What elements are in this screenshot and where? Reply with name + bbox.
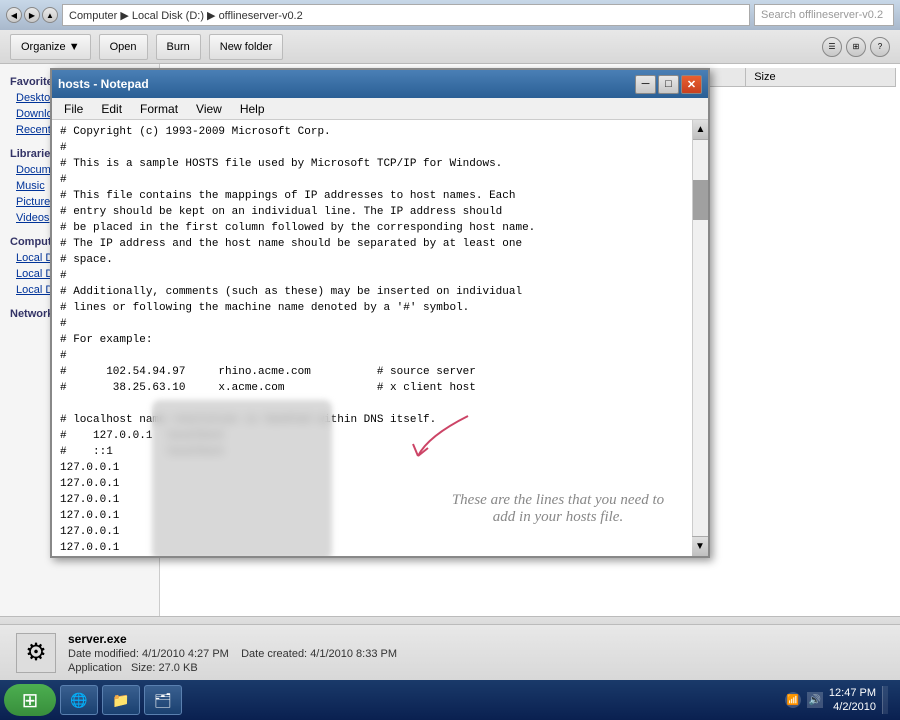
maximize-button[interactable]: □ [658, 75, 679, 94]
taskbar-app-explorer[interactable]: 📁 [102, 685, 140, 715]
menu-edit[interactable]: Edit [93, 100, 130, 118]
start-button[interactable]: ⊞ [4, 684, 56, 716]
menu-file[interactable]: File [56, 100, 91, 118]
search-bar[interactable]: Search offlineserver-v0.2 [754, 4, 894, 26]
col-size[interactable]: Size [746, 68, 896, 86]
file-info-text: server.exe Date modified: 4/1/2010 4:27 … [68, 632, 397, 674]
windows-logo-icon: ⊞ [22, 688, 39, 713]
file-info-bar: ⚙ server.exe Date modified: 4/1/2010 4:2… [0, 624, 900, 680]
file-type-size: Application Size: 27.0 KB [68, 662, 397, 674]
burn-button[interactable]: Burn [156, 34, 201, 60]
minimize-button[interactable]: ─ [635, 75, 656, 94]
breadcrumb[interactable]: Computer ▶ Local Disk (D:) ▶ offlineserv… [62, 4, 750, 26]
nav-buttons: ◀ ▶ ▲ [6, 7, 58, 23]
up-button[interactable]: ▲ [42, 7, 58, 23]
view-details-button[interactable]: ⊞ [846, 37, 866, 57]
organize-button[interactable]: Organize ▼ [10, 34, 91, 60]
explorer-toolbar: Organize ▼ Open Burn New folder ☰ ⊞ ? [0, 30, 900, 64]
file-date-modified: Date modified: 4/1/2010 4:27 PM Date cre… [68, 648, 397, 660]
forward-button[interactable]: ▶ [24, 7, 40, 23]
notepad-title: hosts - Notepad [58, 77, 149, 91]
files-icon: 🗂 [155, 692, 171, 708]
help-button[interactable]: ? [870, 37, 890, 57]
back-button[interactable]: ◀ [6, 7, 22, 23]
network-icon[interactable]: 📶 [785, 692, 801, 708]
file-icon-large: ⚙ [16, 633, 56, 673]
show-desktop-button[interactable] [882, 686, 888, 714]
volume-icon[interactable]: 🔊 [807, 692, 823, 708]
scroll-up[interactable]: ▲ [693, 120, 708, 140]
folder-icon: 📁 [113, 692, 129, 708]
clock-time: 12:47 PM [829, 686, 876, 700]
notepad-window-buttons: ─ □ ✕ [635, 75, 702, 94]
taskbar-clock: 12:47 PM 4/2/2010 [829, 686, 876, 715]
scroll-down[interactable]: ▼ [692, 536, 708, 556]
menu-format[interactable]: Format [132, 100, 186, 118]
chrome-icon: 🌐 [71, 692, 87, 708]
clock-date: 4/2/2010 [829, 700, 876, 714]
taskbar: ⊞ 🌐 📁 🗂 📶 🔊 12:47 PM 4/2/2010 [0, 680, 900, 720]
menu-help[interactable]: Help [232, 100, 273, 118]
close-button[interactable]: ✕ [681, 75, 702, 94]
view-list-button[interactable]: ☰ [822, 37, 842, 57]
notepad-menubar: File Edit Format View Help [52, 98, 708, 120]
notepad-text[interactable]: # Copyright (c) 1993-2009 Microsoft Corp… [52, 120, 692, 556]
notepad-window: hosts - Notepad ─ □ ✕ File Edit Format V… [50, 68, 710, 558]
new-folder-button[interactable]: New folder [209, 34, 284, 60]
notepad-titlebar: hosts - Notepad ─ □ ✕ [52, 70, 708, 98]
scroll-thumb[interactable] [693, 180, 708, 220]
notepad-content: # Copyright (c) 1993-2009 Microsoft Corp… [52, 120, 708, 556]
taskbar-app-manager[interactable]: 🗂 [144, 685, 182, 715]
menu-view[interactable]: View [188, 100, 230, 118]
taskbar-app-chrome[interactable]: 🌐 [60, 685, 98, 715]
explorer-titlebar: ◀ ▶ ▲ Computer ▶ Local Disk (D:) ▶ offli… [0, 0, 900, 30]
taskbar-right: 📶 🔊 12:47 PM 4/2/2010 [785, 686, 896, 715]
file-name: server.exe [68, 632, 397, 646]
blur-overlay [152, 400, 332, 556]
open-button[interactable]: Open [99, 34, 148, 60]
notepad-scrollbar[interactable]: ▲ ▼ [692, 120, 708, 556]
